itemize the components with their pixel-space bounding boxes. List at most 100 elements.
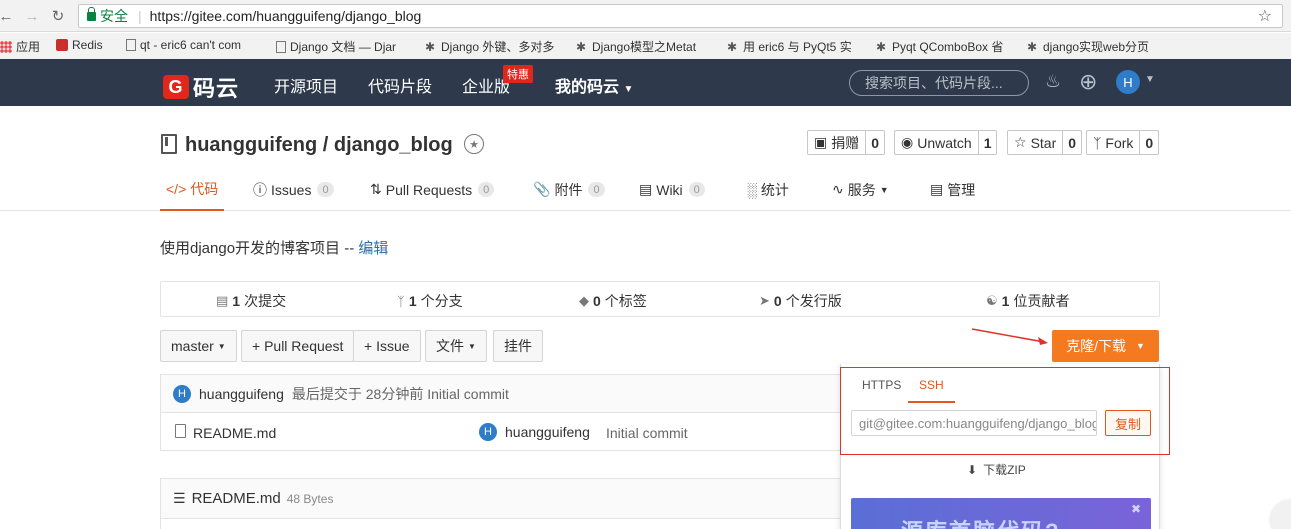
tab-attachments[interactable]: 📎 附件 0: [533, 168, 605, 211]
unwatch-label: Unwatch: [917, 134, 972, 151]
bookmark-redis[interactable]: Redis: [56, 38, 103, 52]
tab-pull-requests[interactable]: ⇅ Pull Requests 0: [370, 168, 495, 211]
bookmark-label: Pyqt QComboBox 省: [892, 40, 1004, 54]
nav-snippets[interactable]: 代码片段: [368, 73, 432, 97]
tab-code[interactable]: </> 代码: [160, 168, 225, 211]
repo-description: 使用django开发的博客项目 -- 编辑: [160, 237, 388, 258]
secure-indicator[interactable]: 安全: [87, 6, 128, 26]
stat-contributors[interactable]: ☯ 1 位贡献者: [986, 291, 1069, 311]
stat-number: 1: [232, 293, 241, 309]
forward-icon[interactable]: →: [22, 6, 42, 26]
nav-my-gitee[interactable]: 我的码云 ▼: [555, 73, 633, 97]
promo-text: 源库首脑代码?: [901, 514, 1060, 529]
tab-issues[interactable]: ⓘ Issues 0: [253, 168, 334, 211]
bookmark-item[interactable]: ✱ django实现web分页: [1027, 38, 1149, 55]
clone-download-button[interactable]: 克隆/下载 ▼: [1052, 330, 1159, 362]
notification-bell-icon[interactable]: ♨: [1045, 71, 1061, 92]
bookmark-label: Django 文档 — Djar: [290, 40, 397, 54]
reload-icon[interactable]: ↻: [48, 6, 68, 26]
tab-stats[interactable]: ░ 统计: [747, 168, 789, 211]
floating-scroll-button[interactable]: [1270, 500, 1291, 529]
stat-tags[interactable]: ◆ 0 个标签: [579, 291, 647, 311]
file-name-link[interactable]: README.md: [193, 425, 276, 441]
branch-label: master: [171, 338, 214, 354]
chevron-down-icon: ▼: [217, 341, 226, 351]
bookmarks-bar: 应用 Redis qt - eric6 can't com Django 文档 …: [0, 33, 1291, 59]
stat-number: 0: [773, 293, 782, 309]
avatar[interactable]: H: [173, 384, 191, 403]
chevron-down-icon: ▼: [468, 341, 476, 351]
back-icon[interactable]: ←: [0, 6, 16, 26]
donate-count: 0: [865, 131, 884, 154]
file-author[interactable]: H huangguifeng: [479, 423, 590, 441]
watch-count: 1: [977, 131, 997, 154]
bookmark-item[interactable]: Django 文档 — Djar: [276, 38, 396, 55]
new-issue-button[interactable]: + Issue: [353, 330, 421, 362]
tab-label: Issues: [271, 181, 312, 198]
readme-title: README.md: [191, 490, 281, 507]
bookmark-label: Django 外键、多对多: [441, 40, 555, 54]
star-button[interactable]: ☆ Star 0: [1007, 130, 1083, 155]
redis-icon: [56, 39, 68, 51]
bookmark-label: 用 eric6 与 PyQt5 实: [743, 40, 852, 54]
unwatch-button[interactable]: ◉ Unwatch 1: [894, 130, 998, 155]
search-input[interactable]: 搜索项目、代码片段...: [849, 70, 1029, 96]
stat-releases[interactable]: ➤ 0 个发行版: [759, 291, 842, 311]
tab-label: 代码: [190, 180, 219, 197]
stat-branches[interactable]: ᛉ 1 个分支: [397, 291, 463, 311]
widget-button[interactable]: 挂件: [493, 330, 543, 362]
bookmark-star-icon[interactable]: ☆: [1258, 6, 1272, 26]
tab-label: Pull Requests: [385, 181, 473, 198]
address-bar[interactable]: 安全 | https://gitee.com/huangguifeng/djan…: [78, 4, 1283, 28]
tab-wiki[interactable]: ▤ Wiki 0: [639, 168, 705, 211]
commit-author[interactable]: huangguifeng: [199, 386, 284, 402]
tab-manage[interactable]: ▤ 管理: [930, 168, 975, 211]
paperclip-icon: 📎: [533, 181, 551, 197]
bookmark-item[interactable]: qt - eric6 can't com: [126, 38, 241, 52]
bookmark-item[interactable]: ✱ Django模型之Metat: [576, 38, 696, 55]
settings-doc-icon: ▤: [930, 181, 944, 197]
new-pull-request-button[interactable]: + Pull Request: [241, 330, 355, 362]
donate-icon: ▣: [814, 134, 828, 150]
branch-select[interactable]: master ▼: [160, 330, 237, 362]
tab-services[interactable]: ∿ 服务 ▼: [832, 168, 889, 211]
stat-number: 0: [593, 293, 601, 309]
user-avatar[interactable]: H: [1116, 70, 1140, 94]
bookmark-apps[interactable]: 应用: [0, 38, 40, 55]
chevron-down-icon[interactable]: ▼: [1145, 74, 1155, 85]
close-icon[interactable]: ✖: [1131, 502, 1141, 516]
bookmark-item[interactable]: ✱ 用 eric6 与 PyQt5 实: [727, 38, 852, 55]
logo-icon: G: [163, 75, 189, 99]
annotation-arrow: [971, 328, 1048, 345]
donate-button[interactable]: ▣ 捐赠 0: [807, 130, 886, 155]
repo-stats-bar: ▤ 1 次提交 ᛉ 1 个分支 ◆ 0 个标签 ➤ 0 个发行版 ☯ 1 位贡献者: [160, 281, 1160, 317]
nav-open-source[interactable]: 开源项目: [274, 73, 338, 97]
stat-number: 1: [408, 293, 417, 309]
commit-icon: ▤: [216, 293, 229, 308]
tab-label: Wiki: [656, 181, 683, 198]
page-icon: [126, 39, 136, 51]
issue-icon: ⓘ: [253, 181, 267, 198]
wiki-icon: ▤: [639, 181, 653, 197]
url-text[interactable]: https://gitee.com/huangguifeng/django_bl…: [150, 8, 422, 24]
stat-commits[interactable]: ▤ 1 次提交: [216, 291, 286, 311]
bookmark-logo-icon: ✱: [727, 39, 738, 54]
promo-banner[interactable]: ✖ 源库首脑代码?: [851, 498, 1151, 529]
award-icon[interactable]: ★: [464, 134, 484, 154]
avatar: H: [479, 423, 497, 441]
file-menu-button[interactable]: 文件 ▼: [425, 330, 487, 362]
file-commit-message[interactable]: Initial commit: [606, 425, 688, 441]
download-zip-link[interactable]: ⬇ 下载ZIP: [967, 461, 1026, 478]
fork-button[interactable]: ᛉ Fork 0: [1086, 130, 1160, 155]
add-plus-icon[interactable]: ⊕: [1079, 69, 1097, 95]
tab-count: 0: [317, 182, 334, 197]
pulse-icon: ∿: [832, 181, 844, 197]
table-row: README.md H huangguifeng Initial commit: [161, 413, 840, 451]
bookmark-item[interactable]: ✱ Pyqt QComboBox 省: [876, 38, 1003, 55]
bookmark-item[interactable]: ✱ Django 外键、多对多: [425, 38, 554, 55]
site-logo[interactable]: G 码云: [163, 71, 239, 103]
readme-header: ☰ README.md 48 Bytes: [161, 479, 840, 519]
contributors-icon: ☯: [986, 293, 998, 308]
repo-title[interactable]: huangguifeng / django_blog: [185, 134, 453, 157]
edit-description-link[interactable]: 编辑: [358, 240, 388, 257]
